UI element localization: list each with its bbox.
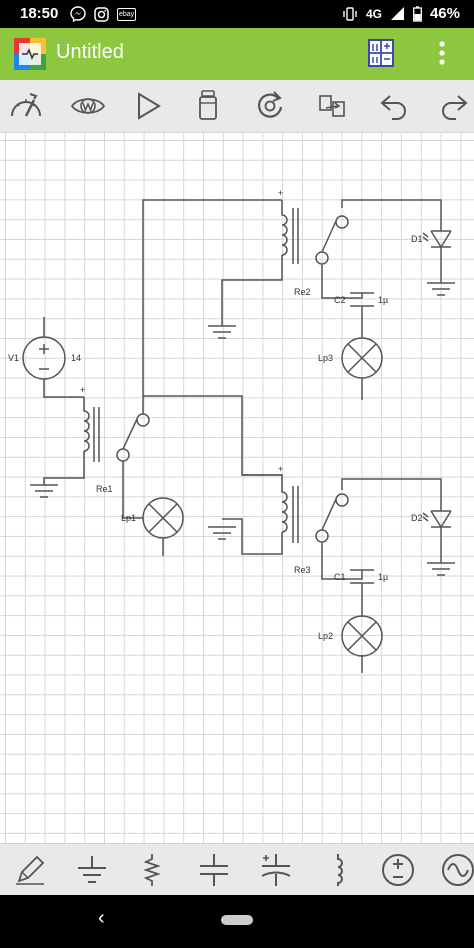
wire bbox=[221, 255, 283, 326]
pencil-icon[interactable] bbox=[12, 852, 48, 888]
system-icons: 4G 46% bbox=[342, 5, 460, 22]
polarized-capacitor-icon[interactable] bbox=[258, 852, 294, 888]
lp3-label: Lp3 bbox=[318, 353, 333, 363]
v1-label: V1 bbox=[8, 353, 19, 363]
lp1-label: Lp1 bbox=[121, 513, 136, 523]
relay-re1[interactable] bbox=[83, 392, 150, 462]
v1-value: 14 bbox=[71, 353, 81, 363]
re1-plus: + bbox=[80, 385, 85, 395]
re2-label: Re2 bbox=[294, 287, 311, 297]
notification-icons: ebay bbox=[70, 6, 137, 22]
led-d2[interactable] bbox=[422, 510, 452, 528]
led-d1[interactable] bbox=[422, 230, 452, 248]
status-bar: 18:50 ebay 4G 46% bbox=[0, 0, 474, 28]
relay-re3[interactable] bbox=[242, 474, 349, 543]
app-bar: Untitled bbox=[0, 28, 474, 80]
d1-label: D1 bbox=[411, 234, 423, 244]
ac-source-icon[interactable] bbox=[440, 852, 474, 888]
home-pill-button[interactable] bbox=[221, 915, 253, 925]
ground-icon[interactable] bbox=[74, 852, 110, 888]
re1-label: Re1 bbox=[96, 484, 113, 494]
play-icon[interactable] bbox=[130, 88, 166, 124]
c1-value: 1µ bbox=[378, 572, 388, 582]
wire bbox=[222, 518, 283, 555]
vibrate-icon bbox=[343, 6, 357, 21]
messenger-icon bbox=[70, 6, 86, 22]
inductor-icon[interactable] bbox=[320, 852, 356, 888]
wire bbox=[43, 379, 84, 398]
re3-label: Re3 bbox=[294, 565, 311, 575]
c1-label: C1 bbox=[334, 572, 346, 582]
back-button[interactable]: ‹ bbox=[98, 907, 105, 930]
lamp-lp2[interactable] bbox=[341, 615, 383, 657]
lamp-lp3[interactable] bbox=[341, 337, 383, 379]
ground-symbol bbox=[427, 562, 455, 576]
overflow-menu-button[interactable] bbox=[432, 38, 452, 68]
wire bbox=[43, 451, 85, 485]
ground-symbol bbox=[427, 282, 455, 296]
wire bbox=[341, 199, 442, 231]
trash-icon[interactable] bbox=[190, 88, 226, 124]
signal-icon bbox=[390, 7, 404, 20]
app-title: Untitled bbox=[56, 41, 124, 63]
component-palette bbox=[0, 843, 474, 896]
system-nav-bar: ‹ bbox=[0, 895, 474, 948]
eye-w-icon[interactable] bbox=[70, 88, 106, 124]
dc-source-icon[interactable] bbox=[380, 852, 416, 888]
status-time: 18:50 bbox=[20, 5, 59, 22]
flip-icon[interactable] bbox=[314, 88, 350, 124]
ebay-badge-icon: ebay bbox=[117, 7, 137, 21]
c2-value: 1µ bbox=[378, 295, 388, 305]
ground-symbol bbox=[30, 484, 58, 498]
ground-symbol bbox=[208, 325, 236, 339]
capacitor-icon[interactable] bbox=[196, 852, 232, 888]
wrench-gauge-icon[interactable] bbox=[8, 88, 44, 124]
wire bbox=[143, 395, 282, 476]
network-type: 4G bbox=[365, 6, 382, 21]
instagram-icon bbox=[94, 6, 109, 22]
c2-label: C2 bbox=[334, 295, 346, 305]
resistor-icon[interactable] bbox=[134, 852, 170, 888]
app-logo-icon bbox=[14, 38, 46, 70]
re2-plus: + bbox=[278, 188, 283, 198]
components-list-button[interactable] bbox=[366, 38, 396, 68]
ground-symbol bbox=[208, 526, 236, 540]
battery-icon bbox=[413, 5, 422, 22]
toolbar bbox=[0, 80, 474, 133]
re3-plus: + bbox=[278, 464, 283, 474]
rotate-icon[interactable] bbox=[252, 88, 288, 124]
voltage-source-v1[interactable] bbox=[22, 336, 66, 380]
schematic-canvas[interactable]: V1 14 + Re1 Lp1 + Re2 C2 1µ Lp3 D1 + Re3… bbox=[0, 133, 474, 843]
battery-percent: 46% bbox=[429, 5, 460, 22]
d2-label: D2 bbox=[411, 513, 423, 523]
redo-icon[interactable] bbox=[436, 88, 472, 124]
wire bbox=[341, 478, 442, 511]
lp2-label: Lp2 bbox=[318, 631, 333, 641]
wire bbox=[142, 199, 282, 392]
undo-icon[interactable] bbox=[376, 88, 412, 124]
relay-re2[interactable] bbox=[281, 200, 349, 265]
